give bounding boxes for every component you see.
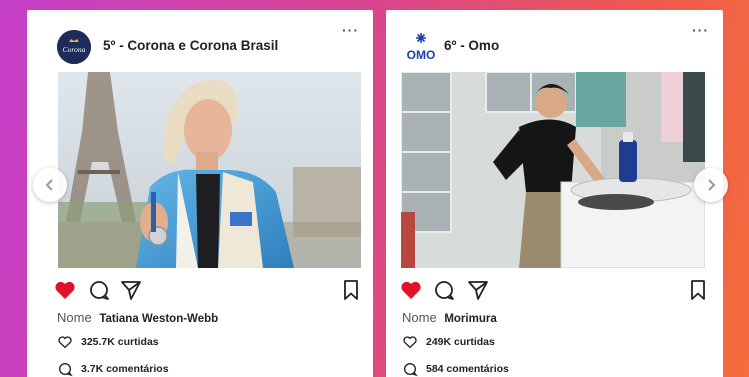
carousel-prev-button[interactable] [33, 168, 67, 202]
svg-text:OMO: OMO [407, 48, 436, 62]
more-icon[interactable]: ··· [342, 22, 359, 38]
name-label: Nome [402, 310, 437, 325]
send-icon[interactable] [119, 278, 143, 302]
post-title: 6º - Omo [444, 38, 500, 53]
heart-icon[interactable] [53, 278, 77, 302]
svg-text:Corona: Corona [63, 45, 86, 54]
post-actions [386, 278, 723, 304]
bookmark-icon[interactable] [339, 278, 363, 302]
post-card-omo: OMO 6º - Omo ··· Nome Morimura 249K curt… [386, 10, 723, 377]
post-actions [27, 278, 373, 304]
name-row: Nome Tatiana Weston-Webb [57, 310, 218, 325]
name-value[interactable]: Morimura [444, 313, 496, 325]
likes-count: 325.7K curtidas [81, 336, 159, 348]
photo-tatiana [58, 72, 361, 268]
more-icon[interactable]: ··· [692, 22, 709, 38]
name-label: Nome [57, 310, 92, 325]
likes-row: 249K curtidas [402, 334, 495, 350]
comment-icon[interactable] [87, 278, 111, 302]
omo-logo-icon: OMO [407, 33, 436, 62]
post-photo[interactable] [401, 72, 705, 268]
post-header: Corona 5º - Corona e Corona Brasil ··· [27, 22, 373, 68]
heart-outline-icon [58, 336, 72, 349]
bookmark-icon[interactable] [686, 278, 710, 302]
heart-icon[interactable] [399, 278, 423, 302]
name-row: Nome Morimura [402, 310, 497, 325]
corona-logo-icon: Corona [57, 30, 91, 64]
post-photo[interactable] [58, 72, 361, 268]
comments-count[interactable]: 3.7K comentários [81, 363, 169, 375]
post-header: OMO 6º - Omo ··· [386, 22, 723, 68]
post-title: 5º - Corona e Corona Brasil [103, 38, 279, 53]
carousel-next-button[interactable] [694, 168, 728, 202]
comments-row: 3.7K comentários [57, 361, 169, 377]
comment-outline-icon [404, 363, 418, 377]
likes-count: 249K curtidas [426, 336, 495, 348]
chevron-left-icon [45, 179, 53, 191]
comment-outline-icon [59, 363, 73, 377]
likes-row: 325.7K curtidas [57, 334, 159, 350]
post-card-corona: Corona 5º - Corona e Corona Brasil ··· N… [27, 10, 373, 377]
avatar-omo[interactable]: OMO [404, 30, 438, 64]
comment-icon[interactable] [432, 278, 456, 302]
send-icon[interactable] [466, 278, 490, 302]
photo-morimura [401, 72, 705, 268]
heart-outline-icon [403, 336, 417, 349]
avatar-corona[interactable]: Corona [57, 30, 91, 64]
comments-count[interactable]: 584 comentários [426, 363, 509, 375]
comments-row: 584 comentários [402, 361, 509, 377]
chevron-right-icon [708, 179, 716, 191]
name-value[interactable]: Tatiana Weston-Webb [99, 313, 218, 325]
